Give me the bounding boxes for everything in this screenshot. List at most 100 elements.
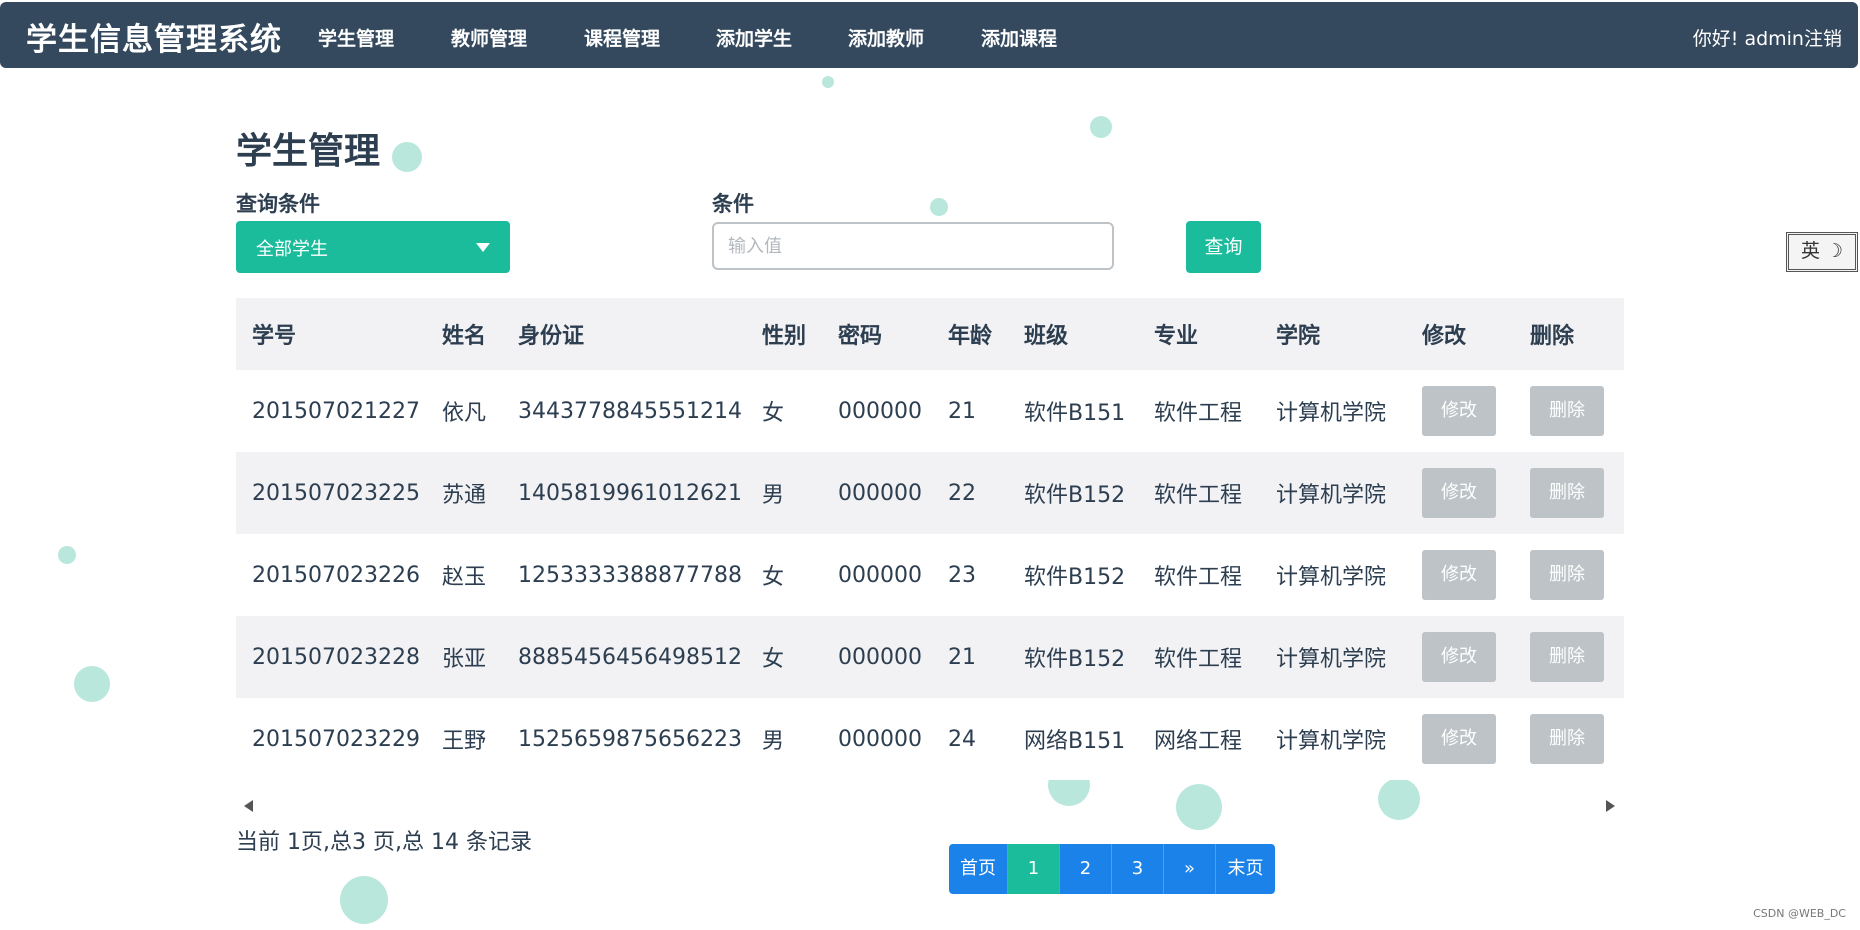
page-last-button[interactable]: 末页 [1216, 844, 1275, 894]
cell-college: 计算机学院 [1260, 534, 1406, 616]
greeting-text: 你好! [1692, 28, 1739, 50]
cell-delete: 删除 [1514, 616, 1624, 698]
username-link[interactable]: admin [1744, 28, 1804, 50]
column-header-major: 专业 [1138, 298, 1260, 370]
top-navbar: 学生信息管理系统 学生管理 教师管理 课程管理 添加学生 添加教师 添加课程 你… [0, 2, 1858, 68]
page-button-3[interactable]: 3 [1112, 844, 1164, 894]
app-title[interactable]: 学生信息管理系统 [26, 14, 282, 59]
scroll-right-arrow-icon[interactable] [1606, 800, 1615, 812]
delete-button[interactable]: 删除 [1530, 714, 1604, 764]
table-row: 201507023228 张亚 8885456456498512 女 00000… [236, 616, 1624, 698]
cell-class: 软件B152 [1008, 534, 1138, 616]
edit-button[interactable]: 修改 [1422, 386, 1496, 436]
ime-indicator[interactable]: 英 ☽ [1786, 232, 1858, 272]
cell-idcard: 1405819961012621 [502, 452, 746, 534]
student-table-container: 学号 姓名 身份证 性别 密码 年龄 班级 专业 学院 修改 删除 201507… [236, 298, 1624, 780]
nav-add-teacher[interactable]: 添加教师 [848, 24, 924, 51]
delete-button[interactable]: 删除 [1530, 632, 1604, 682]
decorative-dot [1378, 778, 1420, 820]
page-button-1[interactable]: 1 [1008, 844, 1060, 894]
filter-select[interactable]: 全部学生 [236, 221, 510, 273]
cell-delete: 删除 [1514, 452, 1624, 534]
nav-add-student[interactable]: 添加学生 [716, 24, 792, 51]
cell-delete: 删除 [1514, 698, 1624, 780]
page-title: 学生管理 [236, 131, 381, 172]
cell-class: 网络B151 [1008, 698, 1138, 780]
cell-age: 22 [932, 452, 1008, 534]
decorative-dot [1176, 784, 1222, 830]
cell-edit: 修改 [1406, 534, 1514, 616]
cell-age: 21 [932, 370, 1008, 452]
delete-button[interactable]: 删除 [1530, 550, 1604, 600]
decorative-dot [58, 546, 76, 564]
decorative-dot [340, 876, 388, 924]
cell-college: 计算机学院 [1260, 452, 1406, 534]
cell-major: 软件工程 [1138, 370, 1260, 452]
cell-delete: 删除 [1514, 370, 1624, 452]
cell-edit: 修改 [1406, 452, 1514, 534]
cell-gender: 女 [746, 534, 822, 616]
cell-class: 软件B152 [1008, 616, 1138, 698]
table-row: 201507023229 王野 1525659875656223 男 00000… [236, 698, 1624, 780]
cell-idcard: 8885456456498512 [502, 616, 746, 698]
student-table: 学号 姓名 身份证 性别 密码 年龄 班级 专业 学院 修改 删除 201507… [236, 298, 1624, 780]
cell-name: 苏通 [426, 452, 502, 534]
cell-age: 24 [932, 698, 1008, 780]
cell-id: 201507023225 [236, 452, 426, 534]
cell-edit: 修改 [1406, 616, 1514, 698]
column-header-gender: 性别 [746, 298, 822, 370]
page-next-button[interactable]: » [1164, 844, 1216, 894]
decorative-dot [392, 142, 422, 172]
column-header-idcard: 身份证 [502, 298, 746, 370]
table-header-row: 学号 姓名 身份证 性别 密码 年龄 班级 专业 学院 修改 删除 [236, 298, 1624, 370]
cell-college: 计算机学院 [1260, 698, 1406, 780]
cell-password: 000000 [822, 698, 932, 780]
column-header-class: 班级 [1008, 298, 1138, 370]
cell-id: 201507023226 [236, 534, 426, 616]
page-first-button[interactable]: 首页 [949, 844, 1008, 894]
decorative-dot [822, 76, 834, 88]
column-header-college: 学院 [1260, 298, 1406, 370]
decorative-dot [1090, 116, 1112, 138]
delete-button[interactable]: 删除 [1530, 386, 1604, 436]
column-header-id: 学号 [236, 298, 426, 370]
page-button-2[interactable]: 2 [1060, 844, 1112, 894]
column-header-age: 年龄 [932, 298, 1008, 370]
scroll-left-arrow-icon[interactable] [244, 800, 253, 812]
cell-gender: 男 [746, 452, 822, 534]
cell-age: 21 [932, 616, 1008, 698]
cell-id: 201507023228 [236, 616, 426, 698]
cell-password: 000000 [822, 452, 932, 534]
cell-major: 网络工程 [1138, 698, 1260, 780]
edit-button[interactable]: 修改 [1422, 714, 1496, 764]
cell-major: 软件工程 [1138, 616, 1260, 698]
nav-student-management[interactable]: 学生管理 [318, 24, 394, 51]
query-button[interactable]: 查询 [1186, 221, 1261, 273]
nav-add-course[interactable]: 添加课程 [981, 24, 1057, 51]
cell-class: 软件B152 [1008, 452, 1138, 534]
cell-id: 201507023229 [236, 698, 426, 780]
edit-button[interactable]: 修改 [1422, 550, 1496, 600]
user-menu: 你好! admin注销 [1693, 24, 1842, 51]
condition-input[interactable] [712, 222, 1114, 270]
record-info: 当前 1页,总3 页,总 14 条记录 [236, 830, 532, 855]
logout-link[interactable]: 注销 [1804, 28, 1842, 50]
edit-button[interactable]: 修改 [1422, 632, 1496, 682]
nav-course-management[interactable]: 课程管理 [584, 24, 660, 51]
delete-button[interactable]: 删除 [1530, 468, 1604, 518]
cell-major: 软件工程 [1138, 452, 1260, 534]
cell-major: 软件工程 [1138, 534, 1260, 616]
cell-college: 计算机学院 [1260, 370, 1406, 452]
cell-id: 201507021227 [236, 370, 426, 452]
filter-label: 查询条件 [236, 192, 320, 216]
edit-button[interactable]: 修改 [1422, 468, 1496, 518]
column-header-edit: 修改 [1406, 298, 1514, 370]
cell-password: 000000 [822, 534, 932, 616]
column-header-name: 姓名 [426, 298, 502, 370]
cell-name: 王野 [426, 698, 502, 780]
nav-teacher-management[interactable]: 教师管理 [451, 24, 527, 51]
decorative-dot [930, 198, 948, 216]
cell-gender: 女 [746, 370, 822, 452]
table-row: 201507023225 苏通 1405819961012621 男 00000… [236, 452, 1624, 534]
cell-password: 000000 [822, 616, 932, 698]
